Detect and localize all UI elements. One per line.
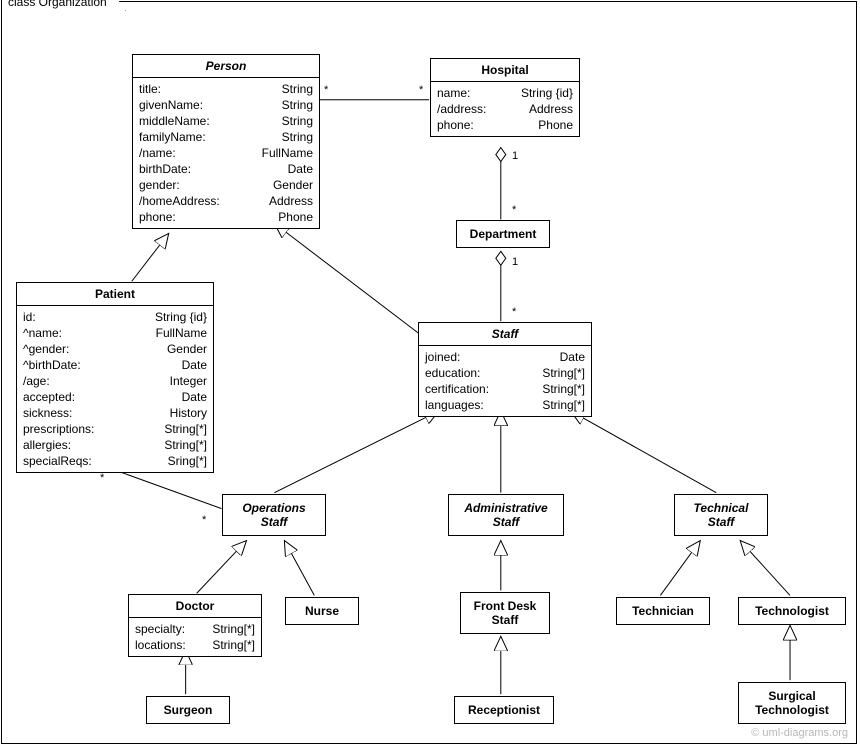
class-receptionist-title: Receptionist	[455, 697, 553, 723]
class-hospital-body: name:String {id} /address:Address phone:…	[431, 82, 579, 136]
class-technologist: Technologist	[738, 597, 846, 625]
mult-patient-ops-left: *	[100, 472, 104, 484]
class-technologist-title: Technologist	[739, 598, 845, 624]
class-doctor: Doctor specialty:String[*] locations:Str…	[128, 594, 262, 657]
class-patient-title: Patient	[17, 283, 213, 306]
class-nurse: Nurse	[285, 597, 359, 625]
class-frontdesk: Front DeskStaff	[460, 592, 550, 634]
mult-dept-staff-top: 1	[512, 256, 518, 268]
mult-hosp-dept-bottom: *	[512, 204, 516, 216]
class-person: Person title:String givenName:String mid…	[132, 54, 320, 229]
mult-patient-ops-right: *	[202, 514, 206, 526]
class-frontdesk-title: Front DeskStaff	[461, 593, 549, 633]
class-operations-staff: OperationsStaff	[222, 494, 326, 536]
class-technician-title: Technician	[617, 598, 709, 624]
class-hospital: Hospital name:String {id} /address:Addre…	[430, 58, 580, 137]
class-staff-body: joined:Date education:String[*] certific…	[419, 346, 591, 416]
mult-hosp-dept-top: 1	[512, 150, 518, 162]
class-staff: Staff joined:Date education:String[*] ce…	[418, 322, 592, 417]
class-doctor-title: Doctor	[129, 595, 261, 618]
mult-dept-staff-bottom: *	[512, 306, 516, 318]
class-department: Department	[456, 220, 550, 248]
class-surgeon: Surgeon	[146, 696, 230, 724]
class-patient: Patient id:String {id} ^name:FullName ^g…	[16, 282, 214, 473]
class-technician: Technician	[616, 597, 710, 625]
class-nurse-title: Nurse	[286, 598, 358, 624]
class-receptionist: Receptionist	[454, 696, 554, 724]
class-surgeon-title: Surgeon	[147, 697, 229, 723]
class-staff-title: Staff	[419, 323, 591, 346]
class-tech-staff-title: TechnicalStaff	[675, 495, 767, 535]
frame-label: class Organization	[1, 0, 126, 11]
class-surgical-technologist: SurgicalTechnologist	[738, 682, 846, 724]
class-admin-staff-title: AdministrativeStaff	[449, 495, 563, 535]
mult-person-hospital-left: *	[324, 84, 328, 96]
class-department-title: Department	[457, 221, 549, 247]
class-surgical-technologist-title: SurgicalTechnologist	[739, 683, 845, 723]
class-tech-staff: TechnicalStaff	[674, 494, 768, 536]
class-doctor-body: specialty:String[*] locations:String[*]	[129, 618, 261, 656]
class-hospital-title: Hospital	[431, 59, 579, 82]
class-operations-staff-title: OperationsStaff	[223, 495, 325, 535]
class-patient-body: id:String {id} ^name:FullName ^gender:Ge…	[17, 306, 213, 472]
class-person-title: Person	[133, 55, 319, 78]
watermark: © uml-diagrams.org	[751, 727, 848, 739]
mult-person-hospital-right: *	[419, 84, 423, 96]
class-admin-staff: AdministrativeStaff	[448, 494, 564, 536]
package-frame: class Organization	[1, 1, 857, 744]
class-person-body: title:String givenName:String middleName…	[133, 78, 319, 228]
